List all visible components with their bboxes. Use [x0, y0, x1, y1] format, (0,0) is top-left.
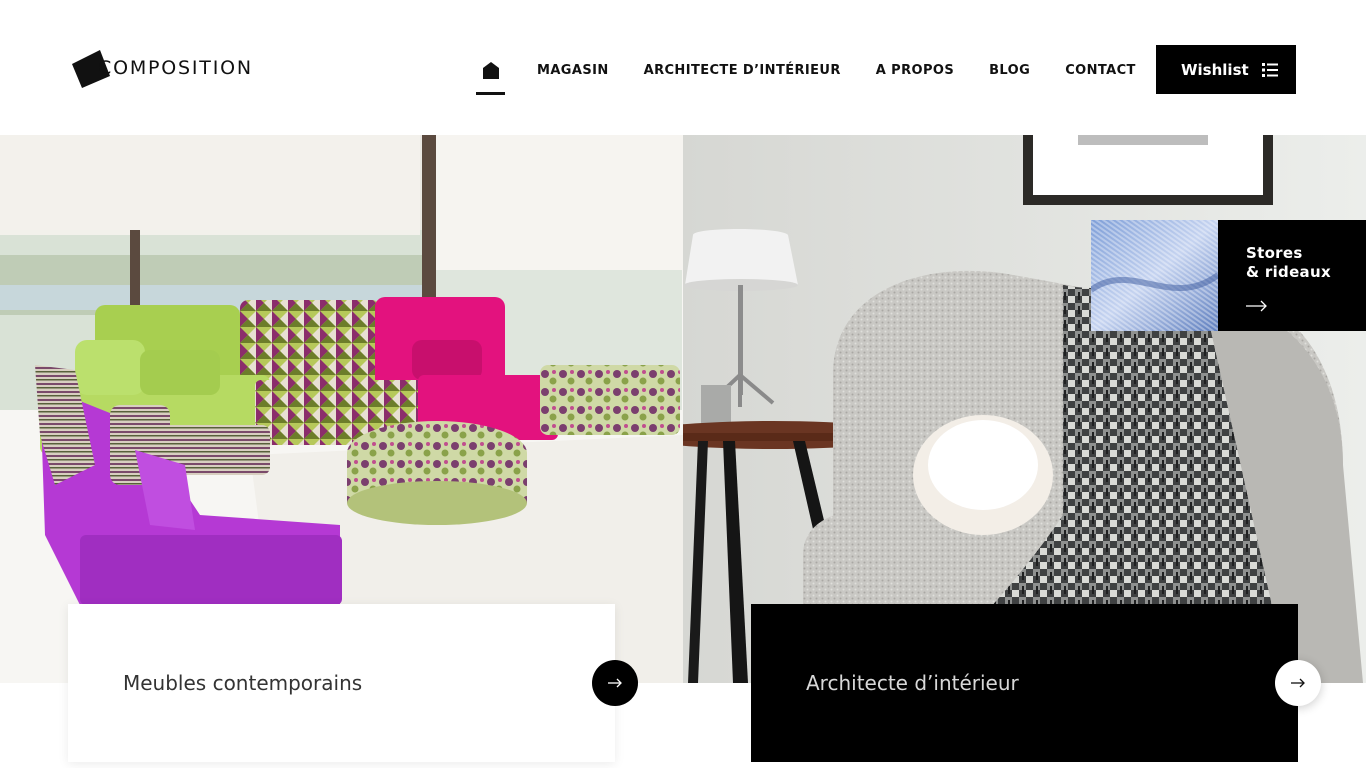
nav-home[interactable]	[476, 45, 505, 95]
card-title: Architecte d’intérieur	[806, 671, 1019, 695]
fabric-thumbnail	[1091, 220, 1218, 331]
card-meubles-contemporains[interactable]: Meubles contemporains	[68, 604, 615, 762]
architecte-arrow-button[interactable]	[1275, 660, 1321, 706]
living-room-photo	[0, 135, 683, 683]
promo-title: Stores & rideaux	[1246, 244, 1331, 281]
promo-stores-rideaux[interactable]: Stores & rideaux	[1091, 220, 1366, 331]
nav-contact[interactable]: CONTACT	[1065, 63, 1136, 78]
meubles-arrow-button[interactable]	[592, 660, 638, 706]
nav-architecte[interactable]: ARCHITECTE D’INTÉRIEUR	[644, 63, 841, 78]
arrow-right-icon[interactable]	[1246, 300, 1268, 312]
wishlist-label: Wishlist	[1181, 60, 1249, 79]
composition-logo[interactable]: COMPOSITION	[70, 47, 253, 89]
nav-a-propos[interactable]: A PROPOS	[876, 63, 954, 78]
arrow-right-icon	[1291, 678, 1305, 688]
site-header: COMPOSITION MAGASIN ARCHITECTE D’INTÉRIE…	[0, 0, 1366, 135]
list-icon	[1262, 63, 1278, 77]
main-nav: MAGASIN ARCHITECTE D’INTÉRIEUR A PROPOS …	[476, 45, 1136, 95]
home-icon	[482, 61, 499, 79]
promo-body: Stores & rideaux	[1218, 220, 1366, 331]
wishlist-button[interactable]: Wishlist	[1156, 45, 1296, 94]
card-architecte-interieur[interactable]: Architecte d’intérieur	[751, 604, 1298, 762]
nav-blog[interactable]: BLOG	[989, 63, 1030, 78]
arrow-right-icon	[608, 678, 622, 688]
armchair-photo	[683, 135, 1366, 683]
card-title: Meubles contemporains	[123, 671, 363, 695]
nav-magasin[interactable]: MAGASIN	[537, 63, 609, 78]
logo-text: COMPOSITION	[98, 57, 253, 79]
